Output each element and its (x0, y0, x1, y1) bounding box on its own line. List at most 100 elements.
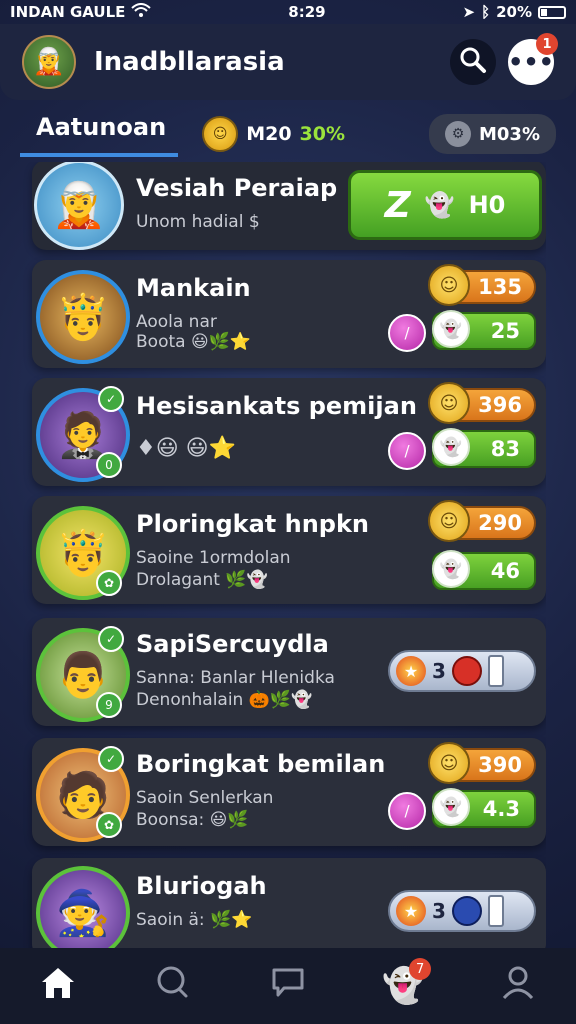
check-badge-icon: ✓ (98, 626, 124, 652)
card-title: Hesisankats pemijan (136, 392, 417, 420)
card-subtitle-2: Drolagant 🌿👻 (136, 570, 268, 590)
score-pill: ☺ 135 (428, 264, 536, 306)
card-subtitle-2-text: Boonsa: (136, 810, 205, 830)
battery-icon (537, 5, 566, 19)
level-badge-icon: 0 (96, 452, 122, 478)
card-subtitle-2: Boonsa: 😃🌿 (136, 810, 249, 830)
ghost-icon: 👻 (424, 191, 455, 219)
battery-percent: 20% (496, 3, 532, 21)
list-item[interactable]: 🤴 ✿ Ploringkat hnpkn Saoine 1ormdolan Dr… (32, 496, 546, 604)
resource-pill[interactable]: ★ 3 (388, 890, 536, 932)
reward-icons: 🎃🌿👻 (248, 690, 313, 710)
card-subtitle: Saoin ä: 🌿⭐ (136, 910, 252, 930)
card-subtitle-text: Saoin ä: (136, 910, 205, 930)
card-title: SapiSercuydla (136, 630, 329, 658)
score-value: 396 (478, 393, 522, 417)
points-value: 4.3 (482, 797, 520, 821)
coin-icon: ☺ (202, 116, 239, 152)
reward-icons: 😃🌿⭐ (190, 332, 252, 352)
clock: 8:29 (288, 3, 326, 21)
bottom-nav: 👻 7 (0, 948, 576, 1024)
points-pill[interactable]: 👻 4.3 (432, 788, 536, 828)
card-title: Boringkat bemilan (136, 750, 386, 778)
nav-friends[interactable]: 👻 7 (373, 956, 433, 1016)
score-pill: ☺ 390 (428, 742, 536, 784)
points-value: 25 (490, 319, 520, 343)
gem-icon[interactable]: / (388, 314, 426, 352)
star-icon: ★ (396, 656, 426, 686)
smiley-coin-icon: ☺ (428, 264, 470, 306)
reward-icons: 🌿⭐ (210, 910, 253, 930)
chat-icon (270, 964, 306, 1008)
reward-icons: ♦😃 😃⭐ (136, 436, 236, 461)
ghost-icon: 👻 (432, 550, 470, 588)
status-bar: INDAN GAULE 8:29 ➤ ᛒ 20% (0, 0, 576, 24)
score-value: 390 (478, 753, 522, 777)
points-pill[interactable]: 👻 46 (432, 550, 536, 590)
tab-coins[interactable]: ☺ M20 30% (202, 116, 345, 152)
score-value: 135 (478, 275, 522, 299)
tab-bar: Aatunoan ☺ M20 30% ⚙ M03% (20, 108, 556, 160)
list-item[interactable]: 🧑 ✓ ✿ Boringkat bemilan Saoin Senlerkan … (32, 738, 546, 846)
z-icon: Z (384, 184, 411, 226)
resource-pill[interactable]: ★ 3 (388, 650, 536, 692)
bar-icon (487, 895, 504, 927)
gem-icon[interactable]: / (388, 432, 426, 470)
nav-profile[interactable] (488, 956, 548, 1016)
page-title: Inadbllarasia (94, 47, 285, 77)
card-subtitle: Sanna: Banlar Hlenidka (136, 668, 335, 688)
resource-count: 3 (432, 659, 446, 683)
search-icon (155, 964, 191, 1008)
bluetooth-icon: ᛒ (481, 3, 491, 21)
check-badge-icon: ✓ (98, 386, 124, 412)
coin-percent: 30% (299, 123, 346, 145)
coin-label: M20 (246, 123, 292, 145)
card-subtitle: Saoin Senlerkan (136, 788, 274, 808)
smiley-coin-icon: ☺ (428, 382, 470, 424)
list-item[interactable]: 👨 ✓ 9 SapiSercuydla Sanna: Banlar Hlenid… (32, 618, 546, 726)
app-header: 🧝 Inadbllarasia ••• 1 (0, 24, 576, 100)
tab-stats[interactable]: ⚙ M03% (429, 114, 556, 154)
card-subtitle-2-text: Boota (136, 332, 186, 352)
messages-button[interactable]: ••• 1 (508, 33, 558, 85)
featured-card[interactable]: 🧝 Vesiah Peraiap Unom hadial $ Z 👻 H0 (32, 162, 546, 250)
user-icon (500, 964, 536, 1008)
nav-home[interactable] (28, 956, 88, 1016)
smiley-coin-icon: ☺ (428, 742, 470, 784)
leaf-badge-icon: ✿ (96, 812, 122, 838)
avatar: 🧝 (34, 162, 124, 250)
resource-count: 3 (432, 899, 446, 923)
list-item[interactable]: 🤵 ✓ 0 Hesisankats pemijan ♦😃 😃⭐ ☺ 396 / 👻… (32, 378, 546, 486)
notification-badge: 7 (409, 958, 432, 980)
blue-gem-icon (451, 896, 482, 926)
level-badge-icon: 9 (96, 692, 122, 718)
points-pill[interactable]: 👻 25 (432, 310, 536, 350)
card-subtitle: Aoola nar (136, 312, 217, 332)
card-subtitle-2: Boota 😃🌿⭐ (136, 332, 251, 352)
list-item[interactable]: 🤴 Mankain Aoola nar Boota 😃🌿⭐ ☺ 135 / 👻 25 (32, 260, 546, 368)
nav-search[interactable] (143, 956, 203, 1016)
ghost-icon: 👻 (432, 310, 470, 348)
list-item[interactable]: 🧙 Bluriogah Saoin ä: 🌿⭐ ★ 3 (32, 858, 546, 948)
points-pill[interactable]: 👻 83 (432, 428, 536, 468)
ghost-icon: 👻 (432, 428, 470, 466)
tab-active[interactable]: Aatunoan (20, 111, 179, 157)
search-icon (458, 45, 488, 79)
carrier-label: INDAN GAULE (10, 3, 126, 21)
smiley-coin-icon: ☺ (428, 500, 470, 542)
nav-messages[interactable] (258, 956, 318, 1016)
card-subtitle-2: Denonhalain 🎃🌿👻 (136, 690, 312, 710)
search-button[interactable] (450, 39, 496, 85)
card-subtitle: Unom hadial $ (136, 212, 260, 232)
avatar: 🤴 (36, 270, 130, 364)
card-title: Vesiah Peraiap (136, 174, 338, 202)
card-title: Bluriogah (136, 872, 267, 900)
gem-icon[interactable]: / (388, 792, 426, 830)
points-value: 46 (490, 559, 520, 583)
play-button[interactable]: Z 👻 H0 (348, 170, 542, 240)
play-button-value: H0 (468, 191, 506, 219)
gear-icon: ⚙ (445, 121, 471, 147)
card-title: Ploringkat hnpkn (136, 510, 370, 538)
card-subtitle: Saoine 1ormdolan (136, 548, 291, 568)
avatar[interactable]: 🧝 (22, 35, 76, 89)
